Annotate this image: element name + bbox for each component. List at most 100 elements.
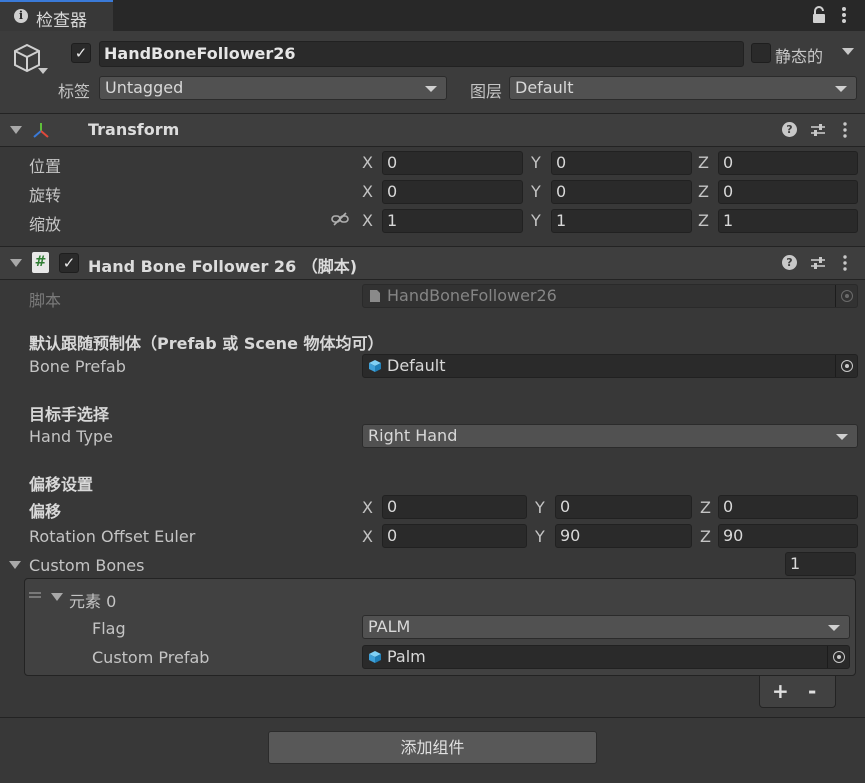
divider (0, 717, 865, 718)
rotation-x-field[interactable]: 0 (382, 180, 523, 204)
object-picker-button[interactable] (835, 355, 857, 377)
scale-y-field[interactable]: 1 (551, 209, 692, 233)
flag-value: PALM (368, 617, 411, 636)
object-picker-button[interactable] (827, 646, 849, 668)
axis-y-label[interactable]: Y (531, 153, 541, 172)
axis-z-label[interactable]: Z (700, 527, 711, 546)
axis-y-label[interactable]: Y (535, 527, 545, 546)
rotation-offset-label: Rotation Offset Euler (29, 527, 196, 546)
offset-label: 偏移 (29, 502, 62, 521)
add-component-button[interactable]: 添加组件 (268, 731, 597, 764)
section-default-prefab: 默认跟随预制体（Prefab 或 Scene 物体均可） (29, 334, 384, 353)
custom-bones-size-field[interactable]: 1 (785, 552, 856, 576)
chevron-down-icon (828, 625, 840, 631)
list-footer: + - (759, 676, 836, 708)
info-icon: i (14, 9, 28, 23)
prefab-cube-icon (369, 651, 381, 663)
scale-x-field[interactable]: 1 (382, 209, 523, 233)
axis-x-label[interactable]: X (362, 498, 373, 517)
bone-prefab-label: Bone Prefab (29, 357, 126, 376)
add-element-button[interactable]: + (772, 679, 789, 703)
scale-z-field[interactable]: 1 (718, 209, 858, 233)
chevron-down-icon (425, 86, 437, 92)
help-icon[interactable]: ? (782, 255, 797, 270)
custom-prefab-field[interactable]: Palm (362, 645, 850, 669)
axis-z-label[interactable]: Z (698, 182, 709, 201)
element-label[interactable]: 元素 0 (69, 588, 116, 612)
target-dot (845, 364, 849, 368)
axis-x-label[interactable]: X (362, 182, 373, 201)
chevron-down-icon (836, 434, 848, 440)
layer-label: 图层 (470, 82, 503, 101)
tab-inspector[interactable]: i 检查器 (0, 0, 113, 31)
axis-y-label[interactable]: Y (531, 182, 541, 201)
target-dot (845, 294, 849, 298)
object-name-input[interactable]: HandBoneFollower26 (99, 41, 744, 67)
rotation-z-field[interactable]: 0 (718, 180, 858, 204)
axis-z-label[interactable]: Z (698, 211, 709, 230)
layer-dropdown[interactable]: Default (509, 76, 857, 100)
fold-arrow-icon[interactable] (10, 259, 22, 267)
chevron-down-icon (835, 86, 847, 92)
custom-bones-label[interactable]: Custom Bones (29, 556, 144, 575)
rotation-y-field[interactable]: 0 (551, 180, 692, 204)
custom-bones-fold-arrow-icon[interactable] (9, 561, 21, 569)
transform-title: Transform (88, 120, 180, 139)
component-menu-icon[interactable] (842, 121, 848, 139)
help-icon[interactable]: ? (782, 122, 797, 137)
flag-dropdown[interactable]: PALM (362, 615, 850, 639)
lock-icon[interactable] (812, 6, 826, 24)
layer-value: Default (515, 78, 574, 97)
axis-y-label[interactable]: Y (531, 211, 541, 230)
scale-label: 缩放 (29, 215, 62, 234)
offset-z-field[interactable]: 0 (718, 495, 858, 519)
axis-x-label[interactable]: X (362, 211, 373, 230)
offset-y-field[interactable]: 0 (555, 495, 692, 519)
bone-prefab-value: Default (387, 356, 446, 375)
active-checkbox[interactable]: ✓ (71, 43, 91, 63)
component-enabled-checkbox[interactable]: ✓ (59, 253, 79, 273)
bone-prefab-field[interactable]: Default (362, 354, 858, 378)
hand-type-value: Right Hand (368, 426, 458, 445)
tag-dropdown[interactable]: Untagged (99, 76, 447, 100)
position-z-field[interactable]: 0 (718, 151, 858, 175)
axis-x-label[interactable]: X (362, 527, 373, 546)
section-hand-select: 目标手选择 (29, 405, 110, 424)
axis-z-label[interactable]: Z (698, 153, 709, 172)
custom-prefab-label: Custom Prefab (92, 648, 210, 667)
script-file-icon (370, 290, 380, 302)
fold-arrow-icon[interactable] (10, 126, 22, 134)
position-y-field[interactable]: 0 (551, 151, 692, 175)
position-x-field[interactable]: 0 (382, 151, 523, 175)
icon-dropdown-arrow-icon[interactable] (38, 68, 48, 74)
rotation-offset-x-field[interactable]: 0 (382, 524, 527, 548)
rotation-label: 旋转 (29, 186, 62, 205)
object-picker (835, 285, 857, 307)
static-checkbox[interactable] (751, 43, 771, 63)
component-menu-icon[interactable] (842, 254, 848, 272)
transform-header[interactable]: Transform ? (0, 114, 865, 146)
tab-bar (0, 0, 865, 31)
constrain-proportions-link-icon[interactable] (331, 212, 349, 226)
script-object-field: HandBoneFollower26 (362, 284, 858, 308)
preset-sliders-icon[interactable] (810, 122, 826, 138)
hand-type-dropdown[interactable]: Right Hand (362, 424, 858, 448)
rotation-offset-z-field[interactable]: 90 (718, 524, 858, 548)
offset-x-field[interactable]: 0 (382, 495, 527, 519)
rotation-offset-y-field[interactable]: 90 (555, 524, 692, 548)
drag-handle-icon[interactable] (29, 591, 41, 599)
element-fold-arrow-icon[interactable] (51, 593, 63, 601)
csharp-script-icon: # (32, 252, 49, 273)
more-menu-icon[interactable] (841, 5, 847, 25)
script-component-header[interactable]: # ✓ Hand Bone Follower 26 （脚本) ? (0, 247, 865, 279)
axis-z-label[interactable]: Z (700, 498, 711, 517)
remove-element-button[interactable]: - (808, 679, 816, 703)
transform-axis-icon (33, 123, 49, 138)
tag-value: Untagged (105, 78, 184, 97)
preset-sliders-icon[interactable] (810, 255, 826, 271)
static-dropdown-arrow-icon[interactable] (842, 48, 854, 55)
hand-type-label: Hand Type (29, 427, 113, 446)
static-label: 静态的 (775, 47, 824, 66)
axis-y-label[interactable]: Y (535, 498, 545, 517)
axis-x-label[interactable]: X (362, 153, 373, 172)
